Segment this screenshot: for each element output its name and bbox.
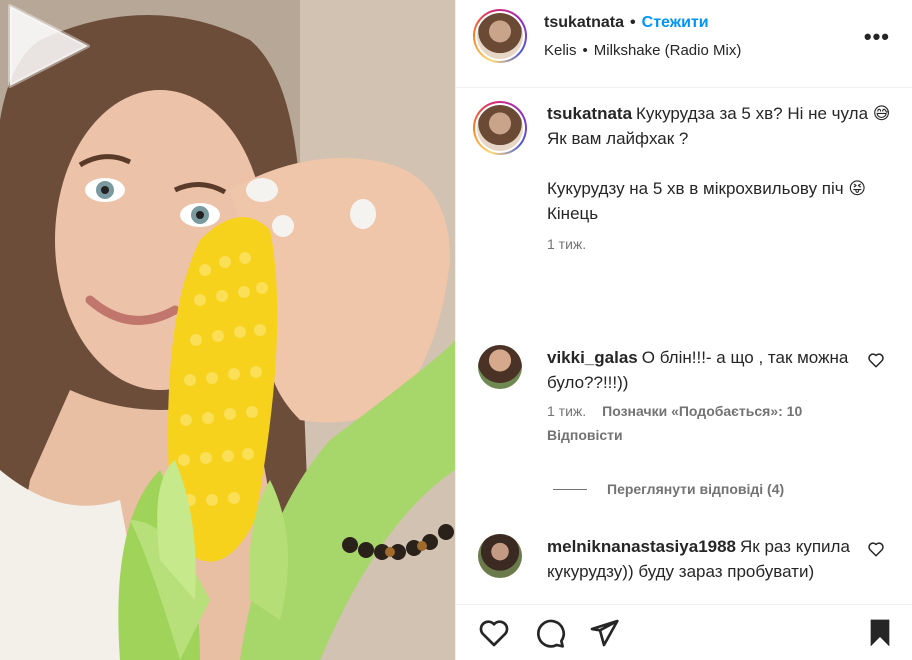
comment-avatar[interactable] — [478, 345, 522, 389]
audio-track: Milkshake (Radio Mix) — [593, 42, 742, 59]
play-icon[interactable] — [0, 0, 92, 92]
comment-username[interactable]: melniknanastasiya1988 — [547, 537, 736, 556]
separator-dot: • — [630, 14, 636, 31]
audio-separator: • — [582, 42, 588, 59]
caption-avatar[interactable] — [473, 101, 527, 155]
post-caption: tsukatnata Кукурудза за 5 хв? Ні не чула … — [473, 101, 893, 252]
more-horizontal-icon[interactable]: ••• — [864, 24, 890, 50]
action-bar — [456, 604, 912, 660]
caption-time: 1 тиж. — [547, 236, 587, 252]
reply-button[interactable]: Відповісти — [547, 427, 893, 443]
caption-username[interactable]: tsukatnata — [547, 104, 632, 123]
comment-item: vikki_galas О блін!!!- а що , так можна б… — [473, 345, 893, 443]
comments-list[interactable]: tsukatnata Кукурудза за 5 хв? Ні не чула … — [456, 89, 912, 604]
view-replies-label: Переглянути відповіді (4) — [607, 481, 785, 497]
comment-text-block: vikki_galas О блін!!!- а що , так можна б… — [547, 345, 893, 395]
author-avatar[interactable] — [473, 9, 527, 63]
caption-text-block: tsukatnata Кукурудза за 5 хв? Ні не чула … — [547, 101, 893, 226]
bookmark-icon[interactable] — [864, 617, 896, 649]
view-replies-button[interactable]: Переглянути відповіді (4) — [553, 481, 784, 497]
audio-line[interactable]: Kelis • Milkshake (Radio Mix) — [544, 42, 741, 59]
heart-icon[interactable] — [867, 540, 885, 558]
post-panel: tsukatnata • Стежити Kelis • Milkshake (… — [455, 0, 912, 660]
audio-artist: Kelis — [544, 42, 577, 59]
send-icon[interactable] — [588, 617, 620, 649]
comment-icon[interactable] — [534, 617, 566, 649]
divider-line — [553, 488, 587, 490]
author-line: tsukatnata • Стежити — [544, 14, 709, 32]
comment-likes[interactable]: Позначки «Подобається»: 10 — [602, 403, 802, 419]
comment-username[interactable]: vikki_galas — [547, 348, 638, 367]
comment-text-block: melniknanastasiya1988 Як раз купила кукур… — [547, 534, 893, 584]
comment-time: 1 тиж. — [547, 403, 587, 419]
comment-avatar[interactable] — [478, 534, 522, 578]
video-player[interactable] — [0, 0, 455, 660]
heart-icon[interactable] — [867, 351, 885, 369]
video-frame — [0, 0, 455, 660]
comment-meta: 1 тиж. Позначки «Подобається»: 10 — [547, 403, 893, 419]
heart-icon[interactable] — [478, 617, 510, 649]
follow-button[interactable]: Стежити — [642, 14, 709, 32]
post-header: tsukatnata • Стежити Kelis • Milkshake (… — [456, 0, 912, 88]
comment-item: melniknanastasiya1988 Як раз купила кукур… — [473, 534, 893, 584]
author-username[interactable]: tsukatnata — [544, 14, 624, 32]
